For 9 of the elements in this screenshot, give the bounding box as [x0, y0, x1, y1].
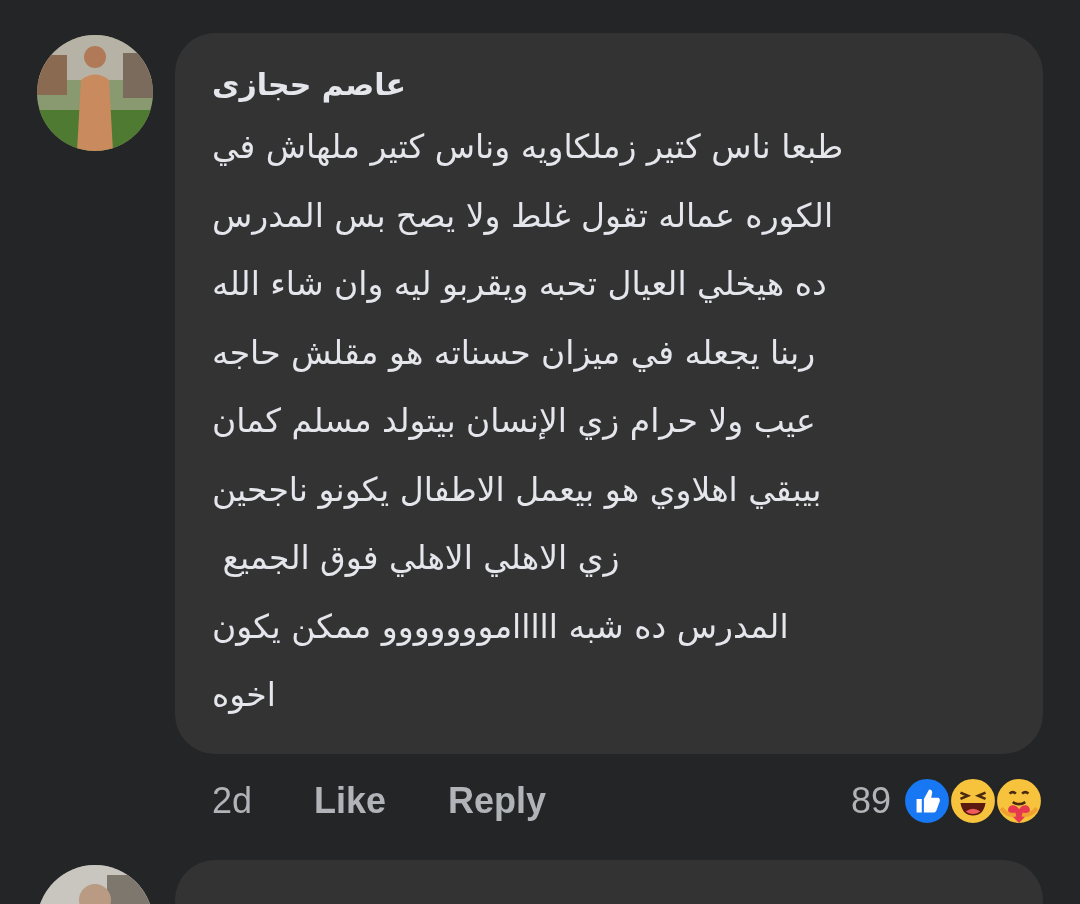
reply-link[interactable]: Reply — [448, 779, 547, 822]
reaction-count[interactable]: 89 — [850, 779, 891, 822]
timestamp: 2d — [212, 779, 253, 822]
laughing-emoji-icon[interactable] — [949, 776, 997, 825]
comment-text: طبعا ناس كتير زملكاويه وناس كتير ملهاش في الكوره عماله تقول غلط ولا يصح بس المدرس ده هيخلي العيال تحبه ويقربو ليه وان شاء الله ربنا يجعله في ميزان حسناته هو مقلش حاجه عيب ولا حرام زي الإنسان بيتولد مسلم كمان بيبقي اهلاوي هو بيعمل الاطفال يكونو ناجحين زي الاهلي الاهلي فوق الجميع المدرس ده شبه ااااامووووووو ممكن يكون اخوه — [212, 126, 845, 716]
like-link[interactable]: Like — [314, 779, 387, 822]
hugging-emoji-icon[interactable] — [995, 776, 1043, 825]
author-name[interactable]: عاصم حجازى — [212, 63, 406, 107]
thumbs-up-icon[interactable] — [903, 776, 951, 825]
